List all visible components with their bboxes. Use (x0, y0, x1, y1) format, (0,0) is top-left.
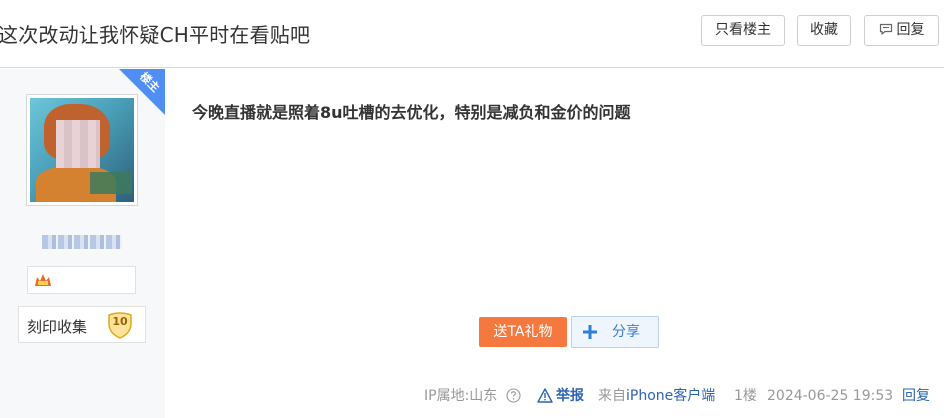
floor-number: 1楼 (734, 388, 757, 404)
thread-header: 这次改动让我怀疑CH平时在看贴吧 只看楼主 收藏 回复 (0, 0, 944, 68)
share-label: 分享 (612, 324, 640, 340)
username-blurred[interactable] (42, 235, 122, 249)
seal-count-badge: 10 (106, 311, 134, 339)
send-gift-button[interactable]: 送TA礼物 (479, 317, 567, 347)
plus-icon (583, 325, 597, 339)
client-link[interactable]: iPhone客户端 (626, 388, 715, 404)
reply-button[interactable]: 回复 (864, 15, 939, 46)
share-button[interactable]: 分享 (571, 316, 659, 348)
thread-title: 这次改动让我怀疑CH平时在看贴吧 (0, 23, 311, 47)
client-source-prefix: 来自 (598, 388, 626, 404)
report-link[interactable]: 举报 (556, 387, 584, 405)
post-reply-link[interactable]: 回复 (902, 387, 930, 405)
avatar[interactable] (26, 94, 138, 206)
seal-collection-label: 刻印收集 (27, 318, 88, 336)
client-source: 来自iPhone客户端 (598, 387, 715, 405)
warning-icon[interactable] (537, 388, 553, 403)
level-badge-icon (33, 272, 53, 291)
only-louzhu-button[interactable]: 只看楼主 (701, 15, 785, 46)
avatar-image (30, 98, 134, 202)
reply-icon (879, 23, 892, 35)
seal-collection[interactable]: 刻印收集 10 (18, 306, 146, 343)
post-timestamp: 2024-06-25 19:53 (767, 388, 894, 404)
favorite-button[interactable]: 收藏 (797, 15, 851, 46)
help-icon[interactable] (506, 388, 521, 403)
level-badge[interactable] (27, 266, 136, 294)
post-content: 今晚直播就是照着8u吐槽的去优化，特别是减负和金价的问题 (192, 103, 631, 122)
ip-location: IP属地:山东 (424, 388, 498, 404)
reply-button-label: 回复 (896, 22, 925, 38)
seal-count: 10 (112, 315, 128, 328)
